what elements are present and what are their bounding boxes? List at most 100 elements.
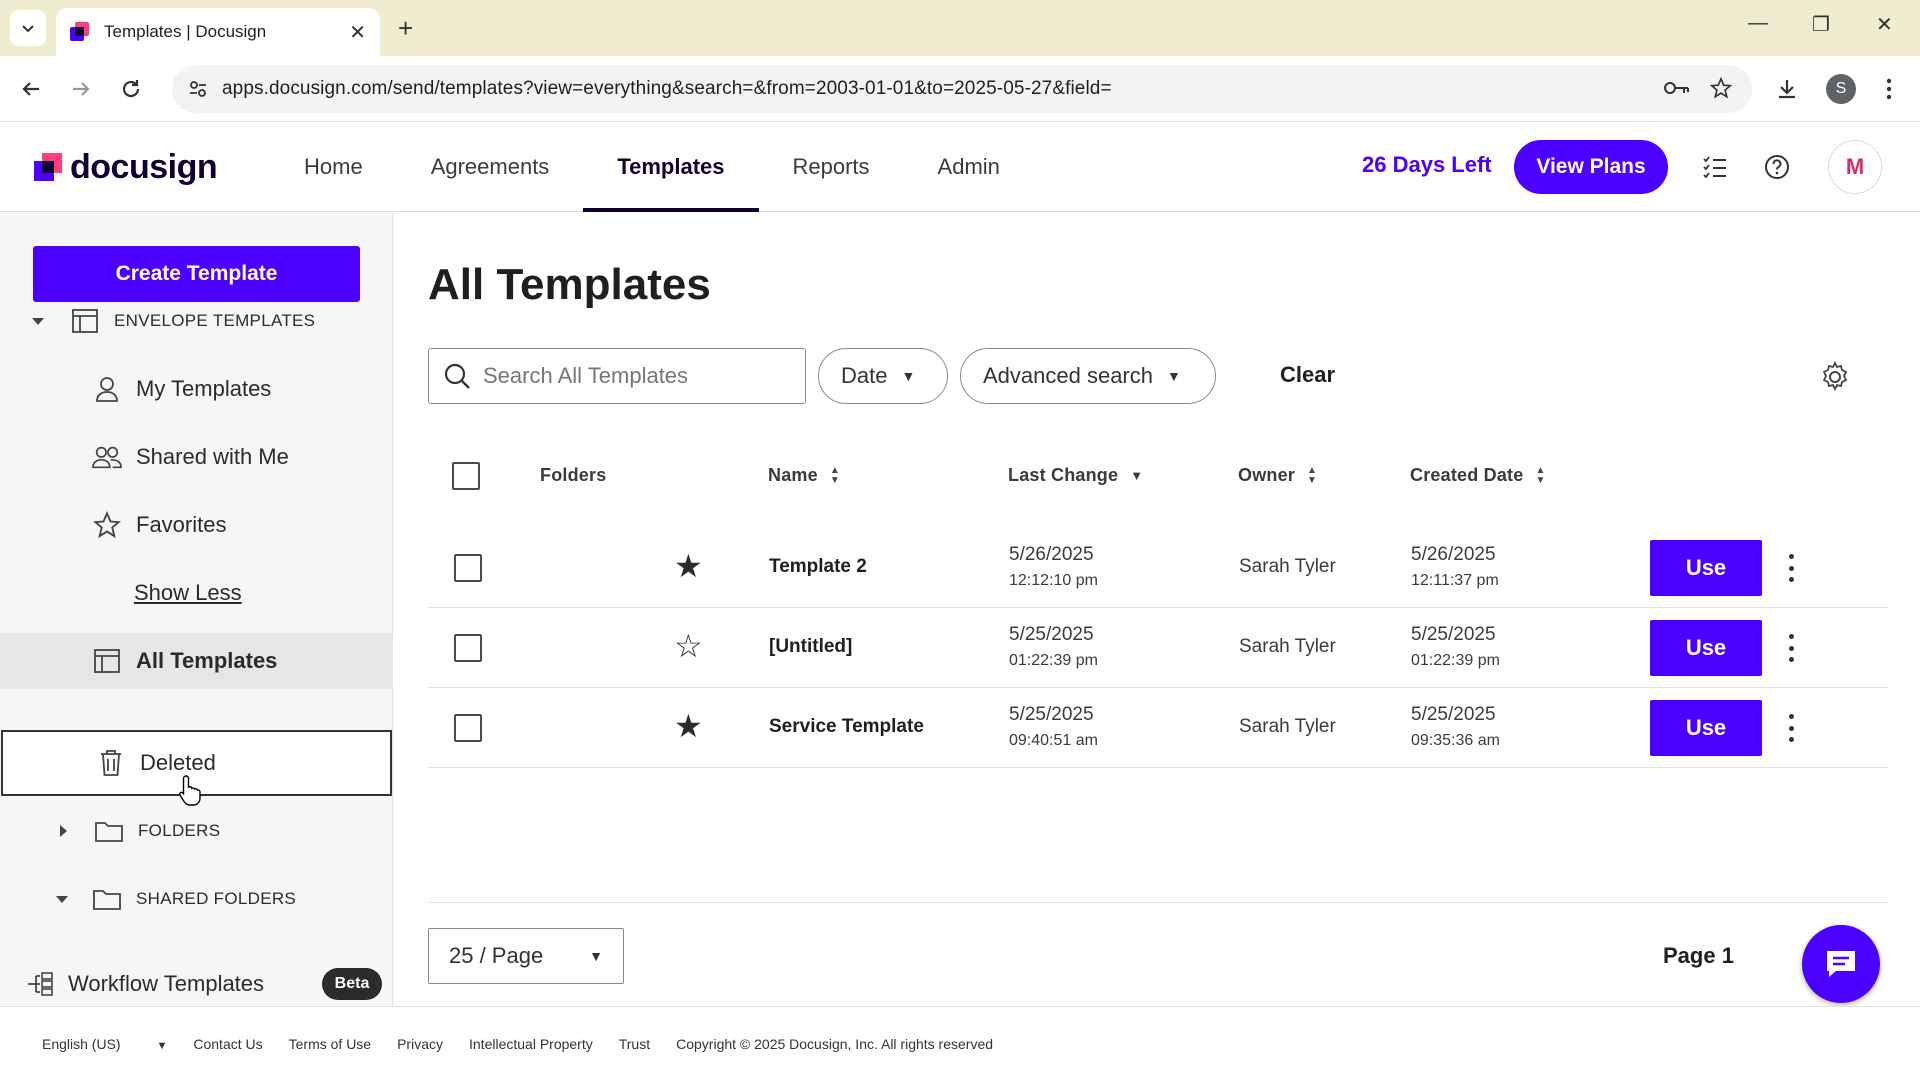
column-header-created-date[interactable]: Created Date ▲ ▼ — [1410, 465, 1546, 486]
owner-cell: Sarah Tyler — [1239, 556, 1336, 577]
new-tab-button[interactable]: + — [398, 12, 413, 44]
created-time: 12:11:37 pm — [1411, 572, 1499, 589]
search-icon — [444, 363, 470, 389]
star-filled-icon[interactable]: ★ — [674, 710, 703, 742]
nav-templates[interactable]: Templates — [583, 122, 759, 212]
star-filled-icon[interactable]: ★ — [674, 550, 703, 582]
footer-link-contact[interactable]: Contact Us — [193, 1036, 262, 1052]
copyright-text: Copyright © 2025 Docusign, Inc. All righ… — [676, 1035, 994, 1052]
sidebar-folders[interactable]: FOLDERS — [0, 803, 393, 859]
table-row[interactable]: ☆ [Untitled] 5/25/2025 01:22:39 pm Sarah… — [428, 608, 1888, 688]
last-change-time: 01:22:39 pm — [1009, 652, 1098, 669]
address-bar[interactable]: apps.docusign.com/send/templates?view=ev… — [172, 65, 1752, 113]
tab-search-button[interactable] — [10, 10, 46, 46]
template-name[interactable]: [Untitled] — [769, 636, 852, 658]
minimize-icon[interactable]: — — [1748, 12, 1768, 35]
nav-admin[interactable]: Admin — [904, 122, 1034, 212]
template-name[interactable]: Template 2 — [769, 556, 867, 578]
task-list-icon[interactable] — [1700, 152, 1730, 182]
footer-link-ip[interactable]: Intellectual Property — [469, 1036, 593, 1052]
trial-days-left[interactable]: 26 Days Left — [1362, 152, 1492, 178]
column-label: Folders — [540, 465, 607, 485]
nav-home[interactable]: Home — [270, 122, 397, 212]
column-header-owner[interactable]: Owner ▲ ▼ — [1238, 465, 1317, 486]
more-options-icon[interactable] — [1781, 708, 1801, 748]
back-icon[interactable] — [16, 74, 46, 104]
browser-menu-icon[interactable] — [1874, 74, 1904, 104]
row-checkbox[interactable] — [454, 714, 482, 742]
forward-icon[interactable] — [66, 74, 96, 104]
use-button[interactable]: Use — [1650, 540, 1762, 596]
sidebar-item-favorites[interactable]: Favorites — [0, 497, 393, 553]
use-button[interactable]: Use — [1650, 620, 1762, 676]
table-row[interactable]: ★ Template 2 5/26/2025 12:12:10 pm Sarah… — [428, 528, 1888, 608]
more-options-icon[interactable] — [1781, 628, 1801, 668]
close-tab-icon[interactable]: ✕ — [349, 20, 366, 45]
download-icon[interactable] — [1772, 74, 1802, 104]
browser-profile-avatar[interactable]: S — [1826, 74, 1856, 104]
sidebar-item-shared-with-me[interactable]: Shared with Me — [0, 429, 393, 485]
site-settings-icon[interactable] — [188, 79, 208, 99]
table-row[interactable]: ★ Service Template 5/25/2025 09:40:51 am… — [428, 688, 1888, 768]
last-change-cell: 5/25/2025 01:22:39 pm — [1009, 624, 1098, 670]
caret-down-icon: ▼ — [589, 948, 603, 964]
view-plans-button[interactable]: View Plans — [1514, 140, 1668, 194]
advanced-search-dropdown[interactable]: Advanced search ▼ — [960, 348, 1216, 404]
show-less-link[interactable]: Show Less — [0, 565, 393, 621]
caret-right-icon[interactable] — [56, 824, 70, 838]
sidebar-item-all-templates[interactable]: All Templates — [0, 633, 393, 689]
column-header-last-change[interactable]: Last Change ▼ — [1008, 465, 1143, 486]
sidebar-envelope-templates[interactable]: ENVELOPE TEMPLATES — [0, 293, 393, 349]
browser-tab[interactable]: Templates | Docusign ✕ — [56, 8, 380, 56]
reload-icon[interactable] — [116, 74, 146, 104]
sort-icon: ▲ ▼ — [1307, 464, 1318, 486]
show-less-label: Show Less — [134, 580, 242, 605]
footer-link-terms[interactable]: Terms of Use — [289, 1036, 371, 1052]
search-field[interactable] — [428, 348, 806, 404]
row-checkbox[interactable] — [454, 634, 482, 662]
more-options-icon[interactable] — [1781, 548, 1801, 588]
created-date: 5/25/2025 — [1411, 624, 1496, 645]
sidebar-shared-folders[interactable]: SHARED FOLDERS — [0, 871, 393, 927]
restore-icon[interactable]: ❐ — [1812, 12, 1830, 37]
main-nav: Home Agreements Templates Reports Admin — [270, 122, 1034, 212]
nav-agreements[interactable]: Agreements — [397, 122, 584, 212]
clear-button[interactable]: Clear — [1280, 362, 1335, 388]
table-divider — [428, 902, 1888, 903]
star-outline-icon[interactable]: ☆ — [674, 630, 703, 662]
nav-reports[interactable]: Reports — [759, 122, 904, 212]
caret-down-icon[interactable] — [30, 313, 46, 329]
column-label: Owner — [1238, 465, 1296, 485]
search-input[interactable] — [483, 363, 783, 389]
last-change-cell: 5/25/2025 09:40:51 am — [1009, 704, 1098, 750]
page-title: All Templates — [428, 260, 711, 309]
column-header-name[interactable]: Name ▲ ▼ — [768, 465, 840, 486]
language-selector[interactable]: English (US) ▼ — [42, 1036, 167, 1052]
row-checkbox[interactable] — [454, 554, 482, 582]
gear-icon[interactable] — [1818, 360, 1852, 394]
template-name[interactable]: Service Template — [769, 716, 924, 738]
template-icon — [92, 646, 122, 676]
footer-link-privacy[interactable]: Privacy — [397, 1036, 443, 1052]
date-filter-dropdown[interactable]: Date ▼ — [818, 348, 948, 404]
user-avatar[interactable]: M — [1828, 140, 1882, 194]
footer-link-trust[interactable]: Trust — [619, 1036, 650, 1052]
chat-button[interactable] — [1802, 925, 1880, 1003]
trash-icon — [96, 748, 126, 778]
docusign-favicon-icon — [70, 22, 89, 41]
use-button[interactable]: Use — [1650, 700, 1762, 756]
sidebar-item-label: Workflow Templates — [68, 971, 265, 996]
docusign-logo[interactable]: docusign — [34, 148, 218, 187]
select-all-checkbox[interactable] — [452, 462, 480, 490]
caret-down-icon[interactable] — [54, 891, 70, 907]
last-change-time: 12:12:10 pm — [1009, 572, 1098, 589]
sidebar-item-my-templates[interactable]: My Templates — [0, 361, 393, 417]
sidebar-item-label: All Templates — [136, 648, 278, 673]
beta-badge: Beta — [322, 968, 382, 1000]
per-page-select[interactable]: 25 / Page ▼ — [428, 928, 624, 984]
help-icon[interactable] — [1762, 152, 1792, 182]
bookmark-star-icon[interactable] — [1706, 73, 1736, 103]
browser-toolbar: apps.docusign.com/send/templates?view=ev… — [0, 56, 1920, 122]
close-window-icon[interactable]: ✕ — [1876, 12, 1893, 37]
password-key-icon[interactable] — [1662, 73, 1692, 103]
